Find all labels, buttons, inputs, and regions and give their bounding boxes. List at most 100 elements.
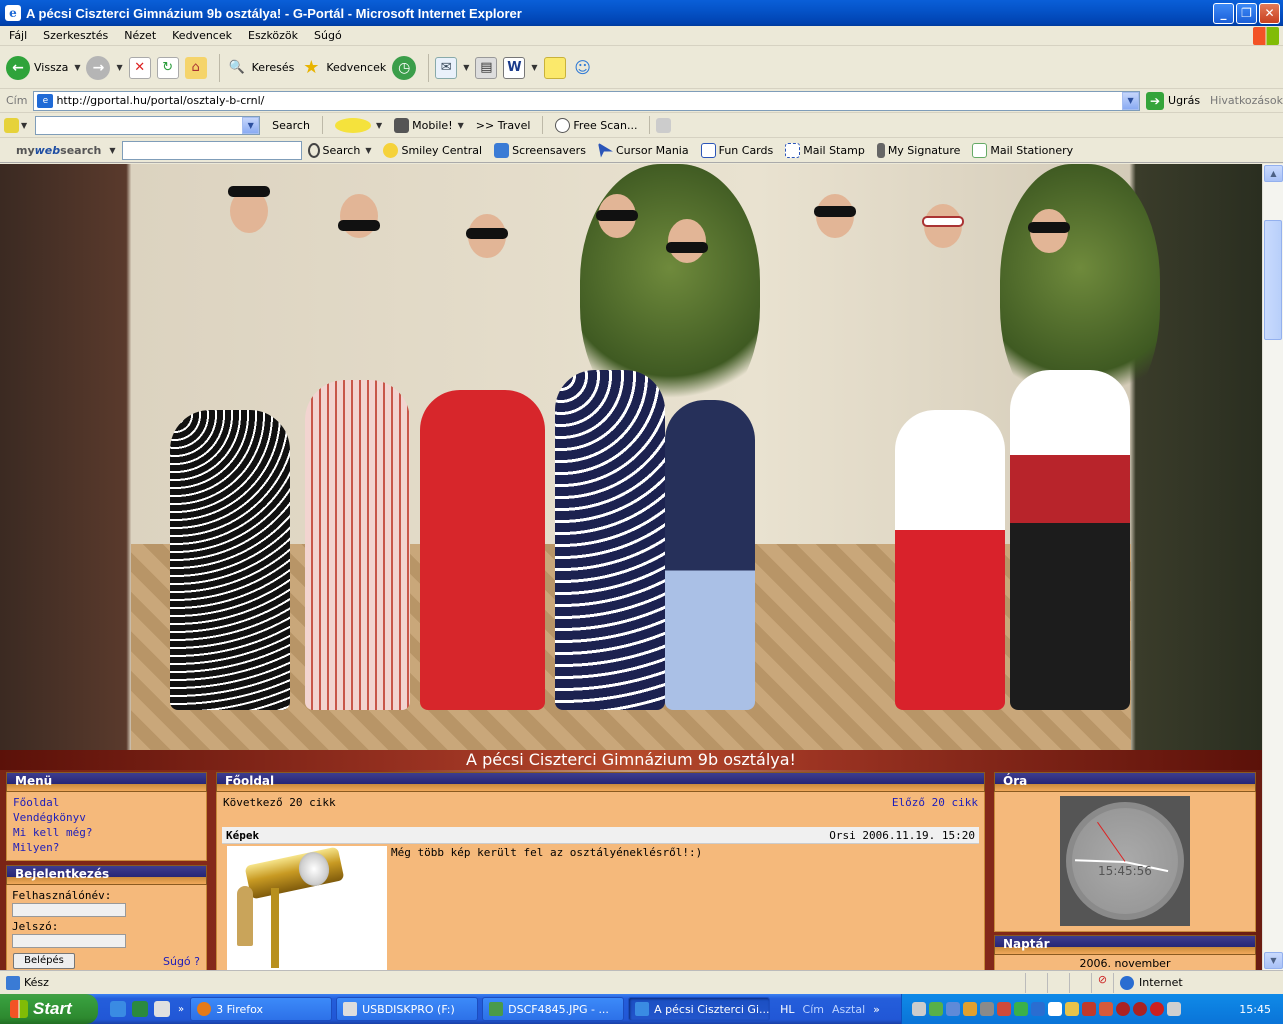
mail-stationery-link[interactable]: Mail Stationery [972, 142, 1073, 158]
favorites-button[interactable]: ★ Kedvencek [300, 57, 386, 79]
yahoo-dropdown-icon[interactable]: ▼ [21, 121, 27, 130]
menu-view[interactable]: Nézet [115, 29, 163, 42]
address-dropdown-icon[interactable]: ▼ [1122, 91, 1140, 110]
mail-stamp-link[interactable]: Mail Stamp [785, 142, 865, 158]
smiley-button[interactable]: ▼ [334, 117, 382, 133]
next-articles-link[interactable]: Következő 20 cikk [223, 796, 336, 809]
mywebsearch-input[interactable] [121, 140, 302, 160]
desktop-quicklaunch-icon[interactable] [154, 1001, 170, 1017]
quicklaunch-more-icon[interactable]: » [178, 1004, 184, 1015]
tray-icon[interactable] [1014, 1002, 1028, 1016]
travel-button[interactable]: >> Travel [476, 119, 531, 132]
popup-blocked-icon[interactable]: ⊘ [1091, 972, 1113, 993]
back-dropdown-icon[interactable]: ▼ [74, 63, 80, 72]
menu-tools[interactable]: Eszközök [239, 29, 305, 42]
forward-button[interactable]: → ▼ [86, 55, 123, 80]
tray-icon[interactable] [963, 1002, 977, 1016]
smiley-central-link[interactable]: Smiley Central [383, 142, 482, 158]
yahoo-icon[interactable] [4, 117, 19, 133]
tray-icon[interactable] [929, 1002, 943, 1016]
cursor-mania-link[interactable]: Cursor Mania [597, 142, 689, 158]
menu-link-guestbook[interactable]: Vendégkönyv [7, 810, 206, 825]
scroll-down-icon[interactable]: ▼ [1264, 952, 1283, 969]
task-internet-explorer[interactable]: A pécsi Ciszterci Gi... [628, 997, 771, 1021]
tray-icon[interactable] [1048, 1002, 1062, 1016]
mobile-button[interactable]: Mobile! ▼ [394, 117, 464, 133]
toolbar-search-dropdown-icon[interactable]: ▼ [242, 116, 260, 134]
tray-icon[interactable] [1082, 1002, 1096, 1016]
menu-link-what-else[interactable]: Mi kell még? [7, 825, 206, 840]
scroll-up-icon[interactable]: ▲ [1264, 165, 1283, 182]
task-firefox[interactable]: 3 Firefox [190, 997, 333, 1021]
menu-help[interactable]: Súgó [305, 29, 349, 42]
go-button[interactable]: ➔ Ugrás [1146, 91, 1200, 110]
menu-link-how[interactable]: Milyen? [7, 840, 206, 855]
address-toolbar-label[interactable]: Cím [803, 1003, 824, 1016]
start-button[interactable]: Start [0, 994, 98, 1024]
password-field[interactable] [12, 934, 126, 948]
address-url[interactable]: http://gportal.hu/portal/osztaly-b-crnl/ [56, 94, 1122, 107]
mywebsearch-search-dropdown-icon[interactable]: ▼ [365, 146, 371, 155]
mail-dropdown-icon[interactable]: ▼ [463, 63, 469, 72]
tray-icon[interactable] [1150, 1002, 1164, 1016]
maximize-button[interactable]: ❐ [1236, 2, 1257, 24]
screensavers-link[interactable]: Screensavers [494, 142, 586, 158]
volume-icon[interactable] [1167, 1002, 1181, 1016]
vertical-scrollbar[interactable]: ▲ ▼ [1262, 164, 1283, 970]
mywebsearch-search-button[interactable]: Search ▼ [307, 142, 371, 158]
tray-icon[interactable] [1065, 1002, 1079, 1016]
tray-icon[interactable] [946, 1002, 960, 1016]
menu-link-home[interactable]: Főoldal [7, 795, 206, 810]
scroll-thumb[interactable] [1264, 220, 1282, 340]
menu-favorites[interactable]: Kedvencek [163, 29, 239, 42]
home-button[interactable]: ⌂ [184, 56, 207, 79]
prev-articles-link[interactable]: Előző 20 cikk [892, 796, 978, 809]
discuss-button[interactable] [543, 56, 566, 79]
mail-button[interactable]: ✉ ▼ [435, 56, 469, 79]
edit-button[interactable]: W ▼ [503, 56, 538, 79]
menu-edit[interactable]: Szerkesztés [34, 29, 115, 42]
fun-cards-link[interactable]: Fun Cards [700, 142, 773, 158]
back-button[interactable]: ← Vissza ▼ [6, 55, 80, 80]
username-field[interactable] [12, 903, 126, 917]
help-link[interactable]: Súgó ? [163, 955, 200, 968]
close-button[interactable]: ✕ [1259, 2, 1280, 24]
tray-icon[interactable] [912, 1002, 926, 1016]
toolbar-search-button[interactable]: Search [272, 119, 310, 132]
login-button[interactable]: Belépés [13, 953, 75, 969]
tray-icon[interactable] [980, 1002, 994, 1016]
toolbar-more-icon[interactable]: » [873, 1003, 880, 1016]
tray-icon[interactable] [1133, 1002, 1147, 1016]
toolbar-search-input[interactable]: ▼ [35, 115, 261, 135]
edit-dropdown-icon[interactable]: ▼ [531, 63, 537, 72]
tray-icon[interactable] [1031, 1002, 1045, 1016]
desktop-toolbar-label[interactable]: Asztal [832, 1003, 865, 1016]
mobile-dropdown-icon[interactable]: ▼ [458, 121, 464, 130]
history-button[interactable]: ◷ [392, 55, 417, 80]
address-input[interactable]: e http://gportal.hu/portal/osztaly-b-crn… [33, 90, 1141, 111]
security-zone[interactable]: Internet [1113, 972, 1283, 993]
task-image-viewer[interactable]: DSCF4845.JPG - ... [482, 997, 625, 1021]
pencil-icon[interactable] [656, 117, 672, 133]
messenger-button[interactable]: ☺ [572, 57, 594, 79]
ie-quicklaunch-icon[interactable] [110, 1001, 126, 1017]
task-usb-disk[interactable]: USBDISKPRO (F:) [336, 997, 479, 1021]
forward-dropdown-icon[interactable]: ▼ [116, 63, 122, 72]
telescope-image[interactable] [227, 846, 387, 970]
tray-icon[interactable] [997, 1002, 1011, 1016]
mywebsearch-dropdown-icon[interactable]: ▼ [109, 146, 115, 155]
my-signature-link[interactable]: My Signature [876, 142, 960, 158]
tray-icon[interactable] [1116, 1002, 1130, 1016]
taskbar-clock[interactable]: 15:45 [1239, 1003, 1271, 1016]
minimize-button[interactable]: _ [1213, 2, 1234, 24]
links-toolbar[interactable]: Hivatkozások [1210, 94, 1283, 107]
excel-quicklaunch-icon[interactable] [132, 1001, 148, 1017]
search-button[interactable]: 🔍 Keresés [226, 57, 295, 79]
menu-file[interactable]: Fájl [0, 29, 34, 42]
smiley-dropdown-icon[interactable]: ▼ [376, 121, 382, 130]
stop-button[interactable]: ✕ [128, 56, 151, 79]
print-button[interactable]: ▤ [475, 56, 498, 79]
language-indicator[interactable]: HL [780, 1003, 794, 1016]
free-scan-button[interactable]: Free Scan... [555, 117, 637, 133]
refresh-button[interactable]: ↻ [156, 56, 179, 79]
